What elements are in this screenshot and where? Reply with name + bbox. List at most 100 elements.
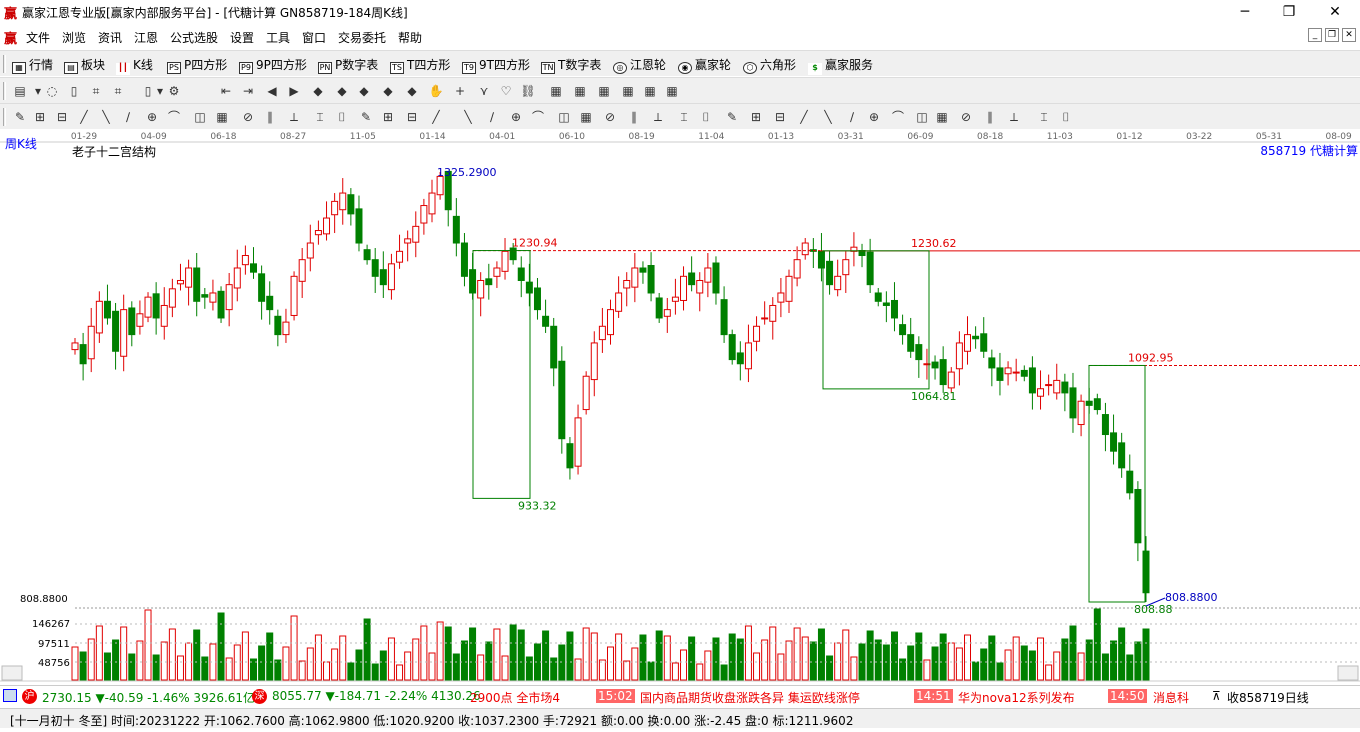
draw-tool-icon[interactable]: ∥ xyxy=(982,109,998,125)
close-icon[interactable]: ✕ xyxy=(1312,1,1358,23)
toolbar-service-button[interactable]: $ 赢家服务 xyxy=(808,56,873,75)
grid-icon[interactable]: ⌗ xyxy=(88,83,104,99)
toolbar-t-square-button[interactable]: TS T四方形 xyxy=(390,56,450,74)
toolbar-t-table-button[interactable]: TN T数字表 xyxy=(541,56,601,74)
first-icon[interactable]: ⇤ xyxy=(218,83,234,99)
draw-tool-icon[interactable]: ⌷ xyxy=(334,109,350,125)
draw-tool-icon[interactable]: ╲ xyxy=(460,109,476,125)
circle-icon[interactable]: ◌ xyxy=(44,83,60,99)
draw-tool-icon[interactable]: ∕ xyxy=(844,109,860,125)
shanghai-index-quote[interactable]: 2730.15 ▼-40.59 -1.46% 3926.61亿 xyxy=(42,689,255,706)
draw-tool-icon[interactable]: ⊕ xyxy=(508,109,524,125)
toolbar-9t-square-button[interactable]: T9 9T四方形 xyxy=(462,56,530,74)
draw-tool-icon[interactable]: ⊕ xyxy=(144,109,160,125)
menu-file[interactable]: 文件 xyxy=(26,29,50,46)
hand-icon[interactable]: ✋ xyxy=(428,83,444,99)
draw-tool-icon[interactable]: ⊘ xyxy=(602,109,618,125)
news-headline[interactable]: 国内商品期货收盘涨跌各异 集运欧线涨停 xyxy=(640,689,860,706)
draw-tool-icon[interactable]: ⟂ xyxy=(286,109,302,125)
draw-tool-icon[interactable]: ╱ xyxy=(428,109,444,125)
calendar-icon[interactable]: ▦ xyxy=(548,83,564,99)
menu-tools[interactable]: 工具 xyxy=(266,29,290,46)
toolbar-sectors-button[interactable]: ▤ 板块 xyxy=(64,56,105,74)
toolbar-winner-wheel-button[interactable]: ◉ 赢家轮 xyxy=(678,56,731,74)
toolbar-9p-square-button[interactable]: P9 9P四方形 xyxy=(239,56,307,74)
save-icon[interactable]: ▦ xyxy=(620,83,636,99)
draw-tool-icon[interactable]: ⌒ xyxy=(890,109,906,125)
prev-icon[interactable]: ◀ xyxy=(264,83,280,99)
diamond-icon[interactable]: ◆ xyxy=(310,83,326,99)
toolbar-p-table-button[interactable]: PN P数字表 xyxy=(318,56,378,74)
toolbar-grip[interactable] xyxy=(3,82,6,100)
gear-icon[interactable]: ⚙ xyxy=(166,83,182,99)
draw-tool-icon[interactable]: ╱ xyxy=(76,109,92,125)
diamond-icon[interactable]: ◆ xyxy=(334,83,350,99)
kline-chart[interactable]: 01-29 04-09 06-18 08-27 11-05 01-14 04-01 06-10… xyxy=(0,129,1360,685)
draw-tool-icon[interactable]: ✎ xyxy=(724,109,740,125)
table-icon[interactable]: ▦ xyxy=(596,83,612,99)
diamond-icon[interactable]: ◆ xyxy=(380,83,396,99)
menu-trade[interactable]: 交易委托 xyxy=(338,29,386,46)
menu-window[interactable]: 窗口 xyxy=(302,29,326,46)
draw-tool-icon[interactable]: ⌶ xyxy=(676,109,692,125)
draw-tool-icon[interactable]: ╱ xyxy=(796,109,812,125)
menu-settings[interactable]: 设置 xyxy=(230,29,254,46)
menu-formula[interactable]: 公式选股 xyxy=(170,29,218,46)
toolbar-grip[interactable] xyxy=(3,108,6,126)
draw-tool-icon[interactable]: ⟂ xyxy=(1006,109,1022,125)
news-headline[interactable]: 华为nova12系列发布 xyxy=(958,689,1075,706)
ticker-filter-icon[interactable]: ⊼ xyxy=(1212,689,1221,703)
export-icon[interactable]: ▦ xyxy=(642,83,658,99)
draw-tool-icon[interactable]: ⌷ xyxy=(1058,109,1074,125)
shenzhen-index-quote[interactable]: 8055.77 ▼-184.71 -2.24% 4130.26 xyxy=(272,689,481,703)
toolbar-p-square-button[interactable]: PS P四方形 xyxy=(167,56,227,74)
maximize-icon[interactable]: ❐ xyxy=(1266,1,1312,23)
print-icon[interactable]: ▦ xyxy=(664,83,680,99)
draw-tool-icon[interactable]: ◫ xyxy=(556,109,572,125)
indicator-name[interactable]: 老子十二宫结构 xyxy=(72,143,156,160)
draw-tool-icon[interactable]: ✎ xyxy=(12,109,28,125)
draw-tool-icon[interactable]: ▦ xyxy=(934,109,950,125)
news-headline[interactable]: 消息科 xyxy=(1153,689,1191,706)
heart-icon[interactable]: ♡ xyxy=(498,83,514,99)
draw-tool-icon[interactable]: ⊟ xyxy=(772,109,788,125)
draw-tool-icon[interactable]: ▦ xyxy=(578,109,594,125)
draw-tool-icon[interactable]: ⊟ xyxy=(54,109,70,125)
menu-gann[interactable]: 江恩 xyxy=(134,29,158,46)
period-label[interactable]: 周K线 xyxy=(5,135,37,152)
draw-tool-icon[interactable]: ⊟ xyxy=(404,109,420,125)
draw-tool-icon[interactable]: ▦ xyxy=(214,109,230,125)
draw-tool-icon[interactable]: ⌶ xyxy=(312,109,328,125)
draw-tool-icon[interactable]: ◫ xyxy=(914,109,930,125)
page-icon[interactable]: ▯ xyxy=(66,83,82,99)
mdi-close-icon[interactable]: ✕ xyxy=(1342,28,1356,42)
toolbar-quotes-button[interactable]: ▦ 行情 xyxy=(12,56,53,74)
menu-help[interactable]: 帮助 xyxy=(398,29,422,46)
diamond-icon[interactable]: ◆ xyxy=(356,83,372,99)
draw-tool-icon[interactable]: ⊕ xyxy=(866,109,882,125)
draw-tool-icon[interactable]: ⟂ xyxy=(650,109,666,125)
draw-tool-icon[interactable]: ⊘ xyxy=(240,109,256,125)
mdi-minimize-icon[interactable]: _ xyxy=(1308,28,1322,42)
draw-tool-icon[interactable]: ◫ xyxy=(192,109,208,125)
toolbar-grip[interactable] xyxy=(3,55,6,73)
minimize-icon[interactable]: ─ xyxy=(1222,1,1268,23)
grid-icon[interactable]: ⌗ xyxy=(110,83,126,99)
draw-tool-icon[interactable]: ∥ xyxy=(262,109,278,125)
ticker-news-fragment[interactable]: 2900点 全市场4 xyxy=(470,689,560,706)
grid-icon[interactable] xyxy=(3,689,17,702)
draw-tool-icon[interactable]: ✎ xyxy=(358,109,374,125)
crosshair-icon[interactable]: + xyxy=(452,83,468,99)
draw-tool-icon[interactable]: ╲ xyxy=(98,109,114,125)
link-icon[interactable]: ⛓ xyxy=(520,83,536,99)
draw-tool-icon[interactable]: ⌒ xyxy=(166,109,182,125)
zigzag-icon[interactable]: ⋎ xyxy=(476,83,492,99)
draw-tool-icon[interactable]: ⊘ xyxy=(958,109,974,125)
calculator-icon[interactable]: ▦ xyxy=(572,83,588,99)
draw-tool-icon[interactable]: ∥ xyxy=(626,109,642,125)
toolbar-hexagon-button[interactable]: ⬡ 六角形 xyxy=(743,56,796,74)
draw-tool-icon[interactable]: ∕ xyxy=(484,109,500,125)
draw-tool-icon[interactable]: ⊞ xyxy=(380,109,396,125)
draw-tool-icon[interactable]: ⌷ xyxy=(698,109,714,125)
diamond-icon[interactable]: ◆ xyxy=(404,83,420,99)
